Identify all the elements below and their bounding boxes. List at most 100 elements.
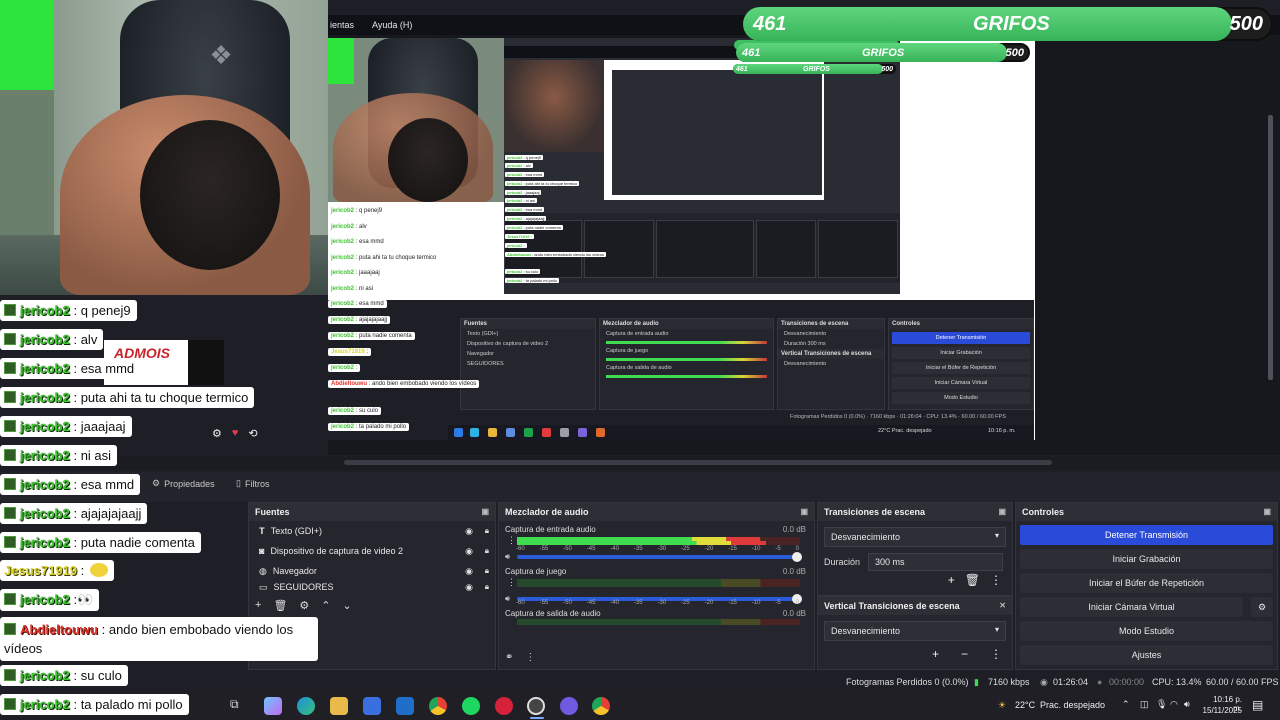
- eye-icon[interactable]: ◉: [465, 546, 473, 557]
- start-virtual-camera-button[interactable]: Iniciar Cámara Virtual: [1020, 597, 1243, 617]
- scale-tick: -5: [775, 546, 781, 552]
- chat-username: jericob2: [20, 535, 70, 550]
- transition-select[interactable]: Desvanecimiento ▾: [824, 527, 1006, 547]
- tab-filters[interactable]: ▯ Filtros: [236, 478, 269, 489]
- chat-text: : ni asi: [69, 448, 112, 463]
- undock-icon[interactable]: ▣: [481, 507, 489, 516]
- chat-username: jericob2: [20, 697, 70, 712]
- opera-icon[interactable]: [495, 697, 513, 715]
- task-view-icon[interactable]: ⧉: [230, 697, 248, 715]
- lock-icon[interactable]: 🔒︎: [485, 582, 489, 592]
- chat-message: jericob2 : jaaajaaj: [0, 416, 132, 437]
- eye-icon[interactable]: ◉: [465, 566, 473, 577]
- preview-scrollbar[interactable]: [1268, 115, 1273, 380]
- eye-icon[interactable]: ◉: [465, 526, 473, 537]
- virtual-camera-settings-icon[interactable]: ⚙: [1251, 597, 1273, 617]
- volume-slider[interactable]: [517, 552, 802, 562]
- store-icon[interactable]: [363, 697, 381, 715]
- close-icon[interactable]: ✕: [999, 601, 1006, 610]
- transition-toolbar: + 🗑︎ ⋮: [948, 573, 1002, 587]
- weather-text[interactable]: Prac. despejado: [1040, 700, 1105, 710]
- tray-icon[interactable]: ◫: [1140, 699, 1149, 710]
- source-item[interactable]: ◙ Dispositivo de captura de video 2 ◉ 🔒︎: [249, 541, 495, 561]
- source-item[interactable]: 𝐓 Texto (GDI+) ◉ 🔒︎: [249, 521, 495, 541]
- undock-icon[interactable]: ▣: [800, 507, 808, 516]
- lock-icon[interactable]: 🔒︎: [485, 526, 489, 536]
- heart-icon[interactable]: ♥: [232, 427, 239, 439]
- start-recording-button[interactable]: Iniciar Grabación: [1020, 549, 1273, 569]
- more-icon[interactable]: ⋮: [990, 573, 1002, 587]
- chat-username: jericob2: [20, 477, 70, 492]
- nested-chat-message: jericob2 : su culo: [505, 269, 541, 274]
- gear-icon[interactable]: ⚙: [212, 427, 222, 440]
- filter-icon: ▯: [236, 478, 241, 488]
- microphone-icon[interactable]: 🎙︎: [1156, 699, 1167, 710]
- scale-tick: -20: [704, 600, 714, 606]
- wifi-icon[interactable]: ◠: [1170, 699, 1178, 710]
- studio-mode-button[interactable]: Modo Estudio: [1020, 621, 1273, 641]
- add-icon[interactable]: +: [932, 647, 939, 661]
- scale-tick: -45: [586, 546, 596, 552]
- nested-chat-message: jericob2 : ni asi: [505, 198, 538, 203]
- scale-tick: -20: [704, 546, 714, 552]
- stop-stream-button[interactable]: Detener Transmisión: [1020, 525, 1273, 545]
- trash-icon[interactable]: 🗑︎: [273, 599, 287, 612]
- chrome-profile-icon[interactable]: [592, 697, 610, 715]
- settings-button[interactable]: Ajustes: [1020, 645, 1273, 665]
- add-icon[interactable]: +: [255, 599, 261, 612]
- speaker-icon[interactable]: 🔊︎: [505, 552, 510, 562]
- spotify-icon[interactable]: [462, 697, 480, 715]
- chat-username: Abdieltouwu: [20, 622, 98, 637]
- user-badge-icon: [4, 391, 16, 403]
- chat-username: jericob2: [20, 668, 70, 683]
- copilot-icon[interactable]: [264, 697, 282, 715]
- dock-title: Vertical Transiciones de escena: [824, 601, 960, 611]
- more-icon[interactable]: ⋮: [507, 577, 516, 588]
- chrome-icon[interactable]: [429, 697, 447, 715]
- weather-temp[interactable]: 22°C: [1015, 700, 1035, 710]
- source-item[interactable]: ▭ SEGUIDORES ◉ 🔒︎: [249, 581, 495, 593]
- gear-icon[interactable]: ⚙: [299, 599, 309, 612]
- start-replay-buffer-button[interactable]: Iniciar el Búfer de Repetición: [1020, 573, 1273, 593]
- chevron-down-icon[interactable]: ⌄: [343, 599, 352, 612]
- discord-icon[interactable]: [560, 697, 578, 715]
- status-bar: Fotogramas Perdidos 0 (0.0%) ▮ 7160 kbps…: [0, 672, 1280, 692]
- menu-tools[interactable]: ientas: [328, 20, 356, 30]
- user-badge-icon: [4, 304, 16, 316]
- more-icon[interactable]: ⋮: [990, 647, 1002, 661]
- browser-source-controls: ⚙ ♥ ⟲: [212, 423, 278, 443]
- duration-row: Duración 300 ms: [824, 553, 1006, 571]
- outlook-icon[interactable]: [396, 697, 414, 715]
- link-icon[interactable]: ⚭: [505, 652, 513, 663]
- undock-icon[interactable]: ▣: [1263, 507, 1271, 516]
- minus-icon[interactable]: −: [961, 647, 968, 661]
- chat-message: jericob2 : esa mmd: [0, 358, 141, 379]
- duration-input[interactable]: 300 ms: [868, 553, 1004, 571]
- menu-help[interactable]: Ayuda (H): [370, 20, 414, 30]
- chevron-up-icon[interactable]: ⌃: [1122, 699, 1130, 710]
- clock-date[interactable]: 15/11/2025: [1202, 706, 1242, 715]
- more-icon[interactable]: ⋮: [525, 652, 535, 663]
- lock-icon[interactable]: 🔒︎: [485, 546, 489, 556]
- volume-icon[interactable]: 🔊︎: [1184, 699, 1190, 710]
- obs-icon[interactable]: [527, 697, 545, 715]
- refresh-icon[interactable]: ⟲: [248, 427, 257, 440]
- tab-properties[interactable]: ⚙ Propiedades: [152, 478, 215, 489]
- undock-icon[interactable]: ▣: [998, 507, 1006, 516]
- speaker-icon[interactable]: 🔊︎: [505, 594, 510, 604]
- notification-icon[interactable]: ▤: [1252, 698, 1263, 712]
- vertical-transition-select[interactable]: Desvanecimiento ▾: [824, 621, 1006, 641]
- eye-icon[interactable]: ◉: [465, 582, 473, 593]
- chat-message: jericob2 : ajajajajaajj: [0, 503, 148, 524]
- source-item[interactable]: ◍ Navegador ◉ 🔒︎: [249, 561, 495, 581]
- edge-icon[interactable]: [297, 697, 315, 715]
- preview-hscroll[interactable]: [344, 460, 1052, 465]
- more-icon[interactable]: ⋮: [507, 535, 516, 546]
- lock-icon[interactable]: 🔒︎: [485, 566, 489, 576]
- trash-icon[interactable]: 🗑︎: [965, 573, 980, 587]
- file-explorer-icon[interactable]: [330, 697, 348, 715]
- add-icon[interactable]: +: [948, 573, 955, 587]
- chat-text: : esa mmd: [69, 361, 135, 376]
- nested-chat-message: jericob2 : puta ahi ta tu choque termico: [505, 181, 580, 186]
- chevron-up-icon[interactable]: ⌃: [321, 599, 330, 612]
